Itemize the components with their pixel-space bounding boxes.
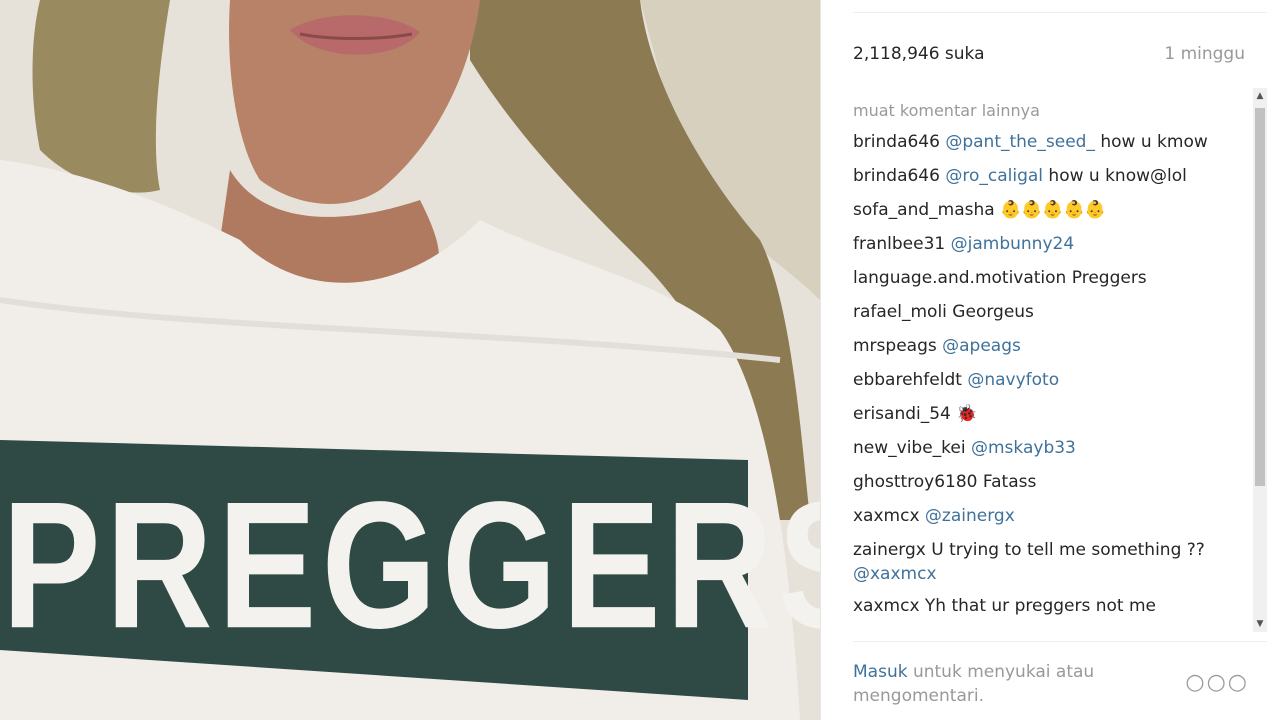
comment-item: zainergx U trying to tell me something ?… <box>853 538 1233 586</box>
comment-username[interactable]: brinda646 <box>853 132 940 152</box>
comment-item: rafael_moli Georgeus <box>853 300 1233 324</box>
comment-text: Preggers <box>1066 268 1147 288</box>
comment-list: muat komentar lainnya brinda646 @pant_th… <box>853 100 1233 635</box>
shirt-print-text: PREGGERS <box>2 464 820 667</box>
comment-text: U trying to tell me something ?? <box>925 540 1205 560</box>
comment-item: brinda646 @ro_caligal how u know@lol <box>853 164 1233 188</box>
comment-username[interactable]: ebbarehfeldt <box>853 370 962 390</box>
comment-username[interactable]: xaxmcx <box>853 596 920 616</box>
scroll-thumb[interactable] <box>1255 108 1265 486</box>
comment-mention[interactable]: @navyfoto <box>967 370 1059 390</box>
comment-username[interactable]: zainergx <box>853 540 926 560</box>
comment-username[interactable]: ghosttroy6180 <box>853 472 978 492</box>
comment-username[interactable]: mrspeags <box>853 336 937 356</box>
comment-text: Georgeus <box>946 302 1034 322</box>
comment-item: ebbarehfeldt @navyfoto <box>853 368 1233 392</box>
comment-text: Yh that ur preggers not me <box>919 596 1156 616</box>
comment-item: xaxmcx @zainergx <box>853 504 1233 528</box>
login-prompt: Masuk untuk menyukai atau mengomentari. <box>853 660 1153 708</box>
comment-text: 👶👶👶👶👶 <box>994 200 1106 220</box>
comment-text: how u know@lol <box>1043 166 1187 186</box>
post-time-ago[interactable]: 1 minggu <box>1164 44 1245 64</box>
login-link[interactable]: Masuk <box>853 662 908 682</box>
comment-username[interactable]: sofa_and_masha <box>853 200 995 220</box>
scroll-up-arrow-icon[interactable]: ▲ <box>1253 88 1267 104</box>
comment-username[interactable]: xaxmcx <box>853 506 920 526</box>
comment-username[interactable]: language.and.motivation <box>853 268 1066 288</box>
comment-username[interactable]: franlbee31 <box>853 234 945 254</box>
scroll-down-arrow-icon[interactable]: ▼ <box>1253 616 1267 632</box>
comment-item: franlbee31 @jambunny24 <box>853 232 1233 256</box>
comment-item: ghosttroy6180 Fatass <box>853 470 1233 494</box>
comment-text: Fatass <box>977 472 1037 492</box>
comment-item: erisandi_54 🐞 <box>853 402 1233 426</box>
top-divider <box>853 12 1267 13</box>
comment-item: language.and.motivation Preggers <box>853 266 1233 290</box>
bottom-divider <box>853 641 1267 642</box>
comment-item: sofa_and_masha 👶👶👶👶👶 <box>853 198 1233 222</box>
comment-item: mrspeags @apeags <box>853 334 1233 358</box>
likes-count[interactable]: 2,118,946 suka <box>853 44 985 64</box>
comment-item: brinda646 @pant_the_seed_ how u kmow <box>853 130 1233 154</box>
comment-mention[interactable]: @jambunny24 <box>951 234 1075 254</box>
comment-item: xaxmcx Yh that ur preggers not me <box>853 594 1233 618</box>
post-side-panel: 2,118,946 suka 1 minggu muat komentar la… <box>820 0 1280 720</box>
comments-scrollbar[interactable]: ▲ ▼ <box>1253 88 1267 632</box>
comment-text: how u kmow <box>1094 132 1208 152</box>
comment-username[interactable]: brinda646 <box>853 166 940 186</box>
comment-username[interactable]: rafael_moli <box>853 302 947 322</box>
comment-mention[interactable]: @mskayb33 <box>971 438 1076 458</box>
comment-mention[interactable]: @ro_caligal <box>945 166 1043 186</box>
comment-username[interactable]: new_vibe_kei <box>853 438 966 458</box>
more-options-icon[interactable]: ○○○ <box>1185 670 1249 695</box>
comment-mention[interactable]: @zainergx <box>925 506 1015 526</box>
comment-mention[interactable]: @xaxmcx <box>853 564 937 584</box>
comment-username[interactable]: erisandi_54 <box>853 404 951 424</box>
post-photo: PREGGERS <box>0 0 820 720</box>
comment-mention[interactable]: @apeags <box>942 336 1021 356</box>
comment-mention[interactable]: @pant_the_seed_ <box>945 132 1095 152</box>
comment-item: new_vibe_kei @mskayb33 <box>853 436 1233 460</box>
load-more-comments-link[interactable]: muat komentar lainnya <box>853 100 1233 122</box>
comment-text: 🐞 <box>950 404 978 424</box>
